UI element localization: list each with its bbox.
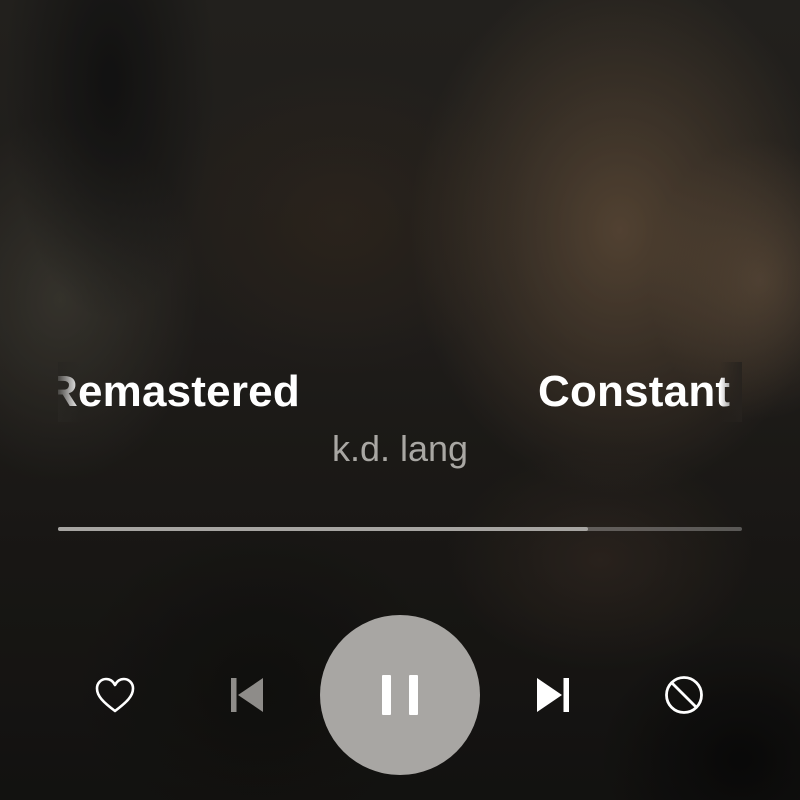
progress-bar-fill: [58, 527, 589, 531]
skip-previous-icon: [231, 678, 263, 712]
progress-bar[interactable]: [58, 527, 742, 531]
block-icon: [665, 676, 703, 714]
track-title-part-right: Constant: [538, 367, 731, 416]
skip-next-button[interactable]: [528, 670, 578, 720]
track-title-marquee: Remastered Constant: [58, 362, 742, 422]
pause-button[interactable]: [320, 615, 480, 775]
artist-name[interactable]: k.d. lang: [0, 428, 800, 470]
skip-previous-button[interactable]: [222, 670, 272, 720]
skip-next-icon: [537, 678, 569, 712]
now-playing-screen: Remastered Constant k.d. lang: [0, 0, 800, 800]
track-title-part-left: Remastered: [58, 367, 300, 416]
pause-icon: [382, 675, 418, 715]
block-button[interactable]: [659, 670, 709, 720]
title-fade-right: [720, 362, 742, 422]
like-button[interactable]: [90, 670, 140, 720]
heart-icon: [95, 677, 135, 713]
title-fade-left: [58, 362, 80, 422]
